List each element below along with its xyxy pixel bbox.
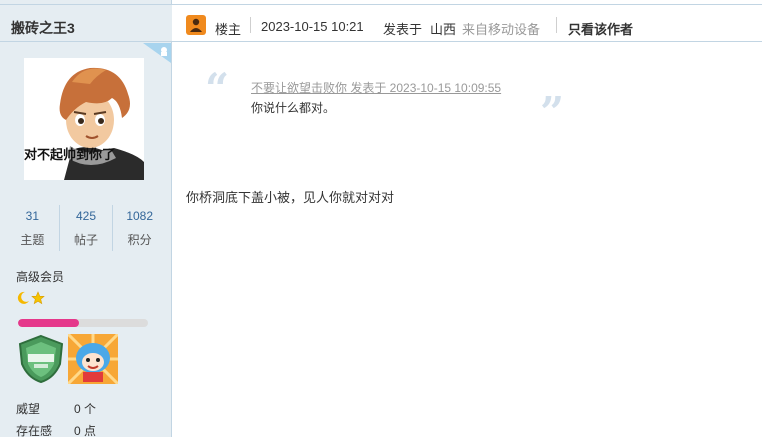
- op-label: 楼主: [215, 22, 242, 37]
- quote-body: 你说什么都对。: [251, 101, 336, 115]
- divider: [250, 17, 251, 33]
- info-key: 存在感: [16, 424, 53, 437]
- author-avatar[interactable]: 对不起帅到你了: [24, 58, 144, 180]
- info-value: 0 个: [74, 402, 97, 416]
- android-icon: [143, 43, 171, 63]
- moon-icon: [17, 291, 29, 304]
- info-value: 0 点: [74, 424, 97, 437]
- stat-value: 1082: [126, 209, 154, 223]
- post-content: 你桥洞底下盖小被，见人你就对对对: [186, 190, 395, 205]
- rank-stars: [16, 291, 45, 305]
- stat-posts[interactable]: 425 帖子: [58, 205, 113, 251]
- post-device: 来自移动设备: [462, 22, 541, 37]
- author-sidebar: 搬砖之王3 对不起帅到你了 31 主题 425 帖子 1082 积分 高级会员 …: [0, 0, 172, 437]
- stat-value: 425: [75, 209, 97, 223]
- author-only-link[interactable]: 只看该作者: [568, 19, 633, 38]
- divider: [556, 17, 557, 33]
- avatar-caption: 对不起帅到你了: [24, 147, 116, 162]
- posted-in-label: 发表于: [383, 22, 423, 37]
- star-icon: [31, 291, 45, 305]
- stat-credits[interactable]: 1082 积分: [112, 205, 166, 251]
- stat-label: 帖子: [74, 233, 99, 247]
- stat-label: 积分: [127, 233, 152, 247]
- stat-label: 主题: [20, 233, 45, 247]
- stat-threads[interactable]: 31 主题: [6, 205, 59, 251]
- info-presence: 存在感 0 点: [16, 422, 96, 437]
- post-datetime: 2023-10-15 10:21: [261, 19, 364, 34]
- quote-open-mark: “: [205, 64, 230, 113]
- stat-value: 31: [25, 209, 40, 223]
- quote-close-mark: ”: [540, 88, 565, 137]
- user-icon: [186, 15, 206, 35]
- username-bar: 搬砖之王3: [0, 4, 172, 42]
- author-stats: 31 主题 425 帖子 1082 积分: [6, 205, 166, 251]
- mascot-medal-icon[interactable]: [68, 334, 118, 384]
- post-location: 山西: [430, 22, 457, 37]
- info-prestige: 威望 0 个: [16, 400, 96, 417]
- author-name[interactable]: 搬砖之王3: [11, 18, 75, 38]
- shield-medal-icon[interactable]: [16, 334, 66, 384]
- info-key: 威望: [16, 402, 41, 416]
- post-header: 楼主 2023-10-15 10:21 发表于 山西 来自移动设备 只看该作者: [172, 4, 762, 42]
- user-rank[interactable]: 高级会员: [16, 268, 64, 285]
- credit-progress-bar: [18, 319, 148, 327]
- medals: [16, 334, 118, 384]
- credit-progress-fill: [18, 319, 80, 327]
- quote-header[interactable]: 不要让欲望击败你 发表于 2023-10-15 10:09:55: [251, 79, 501, 96]
